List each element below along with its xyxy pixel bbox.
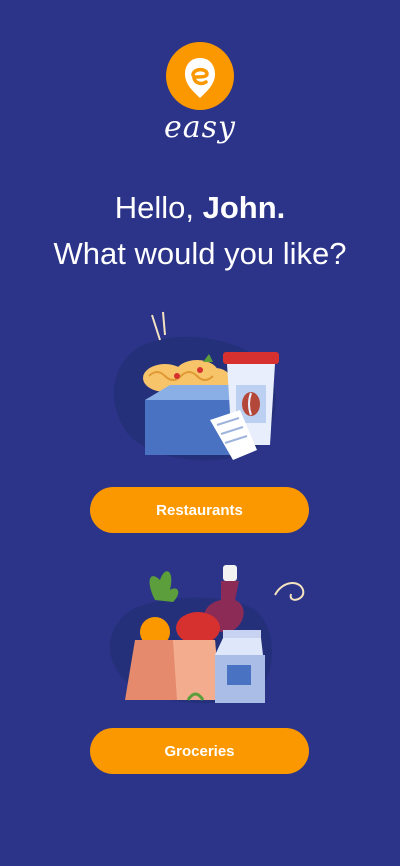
restaurants-button[interactable]: Restaurants [90,487,309,533]
greeting-prefix: Hello, [114,190,194,225]
easy-logo-icon [166,42,234,110]
greeting-question: What would you like? [53,236,347,271]
restaurant-takeout-icon [113,311,279,461]
user-name: John. [202,190,286,225]
brand-wordmark: easy [164,110,236,145]
groceries-button[interactable]: Groceries [90,728,309,774]
greeting-line: Hello, John. [0,188,400,228]
groceries-bag-icon [109,565,305,704]
